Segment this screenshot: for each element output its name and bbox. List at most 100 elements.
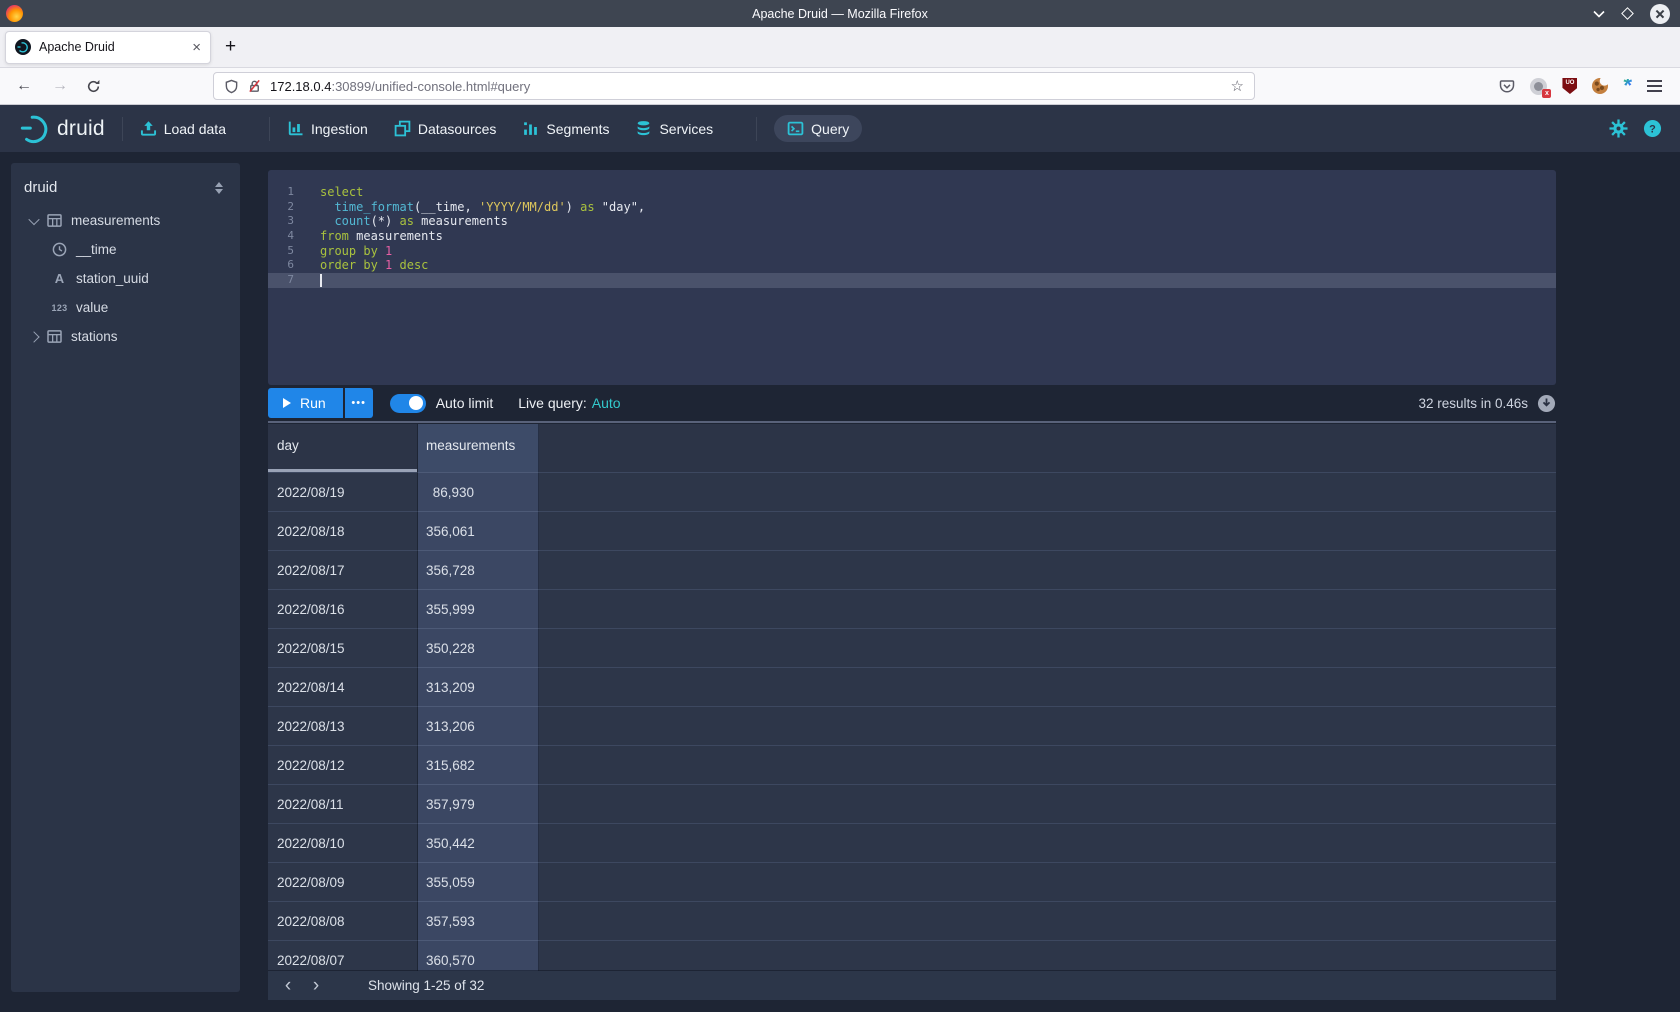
cell-day[interactable]: 2022/08/19 bbox=[268, 472, 418, 511]
cell-measurements[interactable]: 356,728 bbox=[418, 550, 539, 589]
tab-bar: Apache Druid × + bbox=[0, 27, 1680, 68]
table-row: 2022/08/10350,442 bbox=[268, 823, 1556, 862]
download-icon[interactable] bbox=[1537, 394, 1556, 413]
next-page-icon[interactable]: › bbox=[302, 973, 330, 999]
new-tab-icon[interactable]: + bbox=[225, 36, 236, 58]
gear-icon[interactable] bbox=[1609, 119, 1628, 138]
ingestion-icon bbox=[287, 120, 304, 137]
run-button-label: Run bbox=[300, 395, 326, 411]
back-icon[interactable]: ← bbox=[14, 77, 34, 95]
cell-measurements[interactable]: 355,059 bbox=[418, 862, 539, 901]
cell-filler bbox=[539, 628, 1556, 667]
results-summary: 32 results in 0.46s bbox=[1418, 396, 1528, 411]
query-icon bbox=[787, 120, 804, 137]
browser-tab[interactable]: Apache Druid × bbox=[5, 31, 211, 64]
nav-item-label: Services bbox=[659, 121, 713, 137]
pagination-bar: ‹ › Showing 1-25 of 32 bbox=[268, 971, 1556, 1000]
cell-day[interactable]: 2022/08/12 bbox=[268, 745, 418, 784]
druid-nav: Load data Ingestion Datasources Segments Ser… bbox=[140, 115, 863, 142]
cell-measurements[interactable]: 355,999 bbox=[418, 589, 539, 628]
close-icon[interactable] bbox=[1650, 4, 1670, 24]
schema-sidebar: druid measurements__timeAstation_uuid123… bbox=[11, 163, 240, 992]
tree-item-measurements[interactable]: measurements bbox=[11, 206, 240, 235]
nav-item-services[interactable]: Services bbox=[635, 120, 713, 137]
cell-measurements[interactable]: 360,570 bbox=[418, 940, 539, 971]
nav-item-load-data[interactable]: Load data bbox=[140, 120, 226, 137]
prev-page-icon[interactable]: ‹ bbox=[274, 973, 302, 999]
sort-icon[interactable] bbox=[215, 182, 226, 194]
menu-icon[interactable] bbox=[1647, 80, 1662, 91]
bookmark-star-icon[interactable]: ☆ bbox=[1231, 77, 1244, 95]
live-query-status[interactable]: Live query:Auto bbox=[518, 395, 620, 411]
cell-measurements[interactable]: 350,442 bbox=[418, 823, 539, 862]
cell-day[interactable]: 2022/08/09 bbox=[268, 862, 418, 901]
cell-day[interactable]: 2022/08/14 bbox=[268, 667, 418, 706]
line-number: 5 bbox=[268, 244, 306, 259]
maximize-icon[interactable] bbox=[1621, 7, 1634, 20]
extension-icon[interactable]: x bbox=[1530, 78, 1547, 95]
help-icon[interactable]: ? bbox=[1643, 119, 1662, 138]
schema-name: druid bbox=[24, 179, 215, 196]
cell-day[interactable]: 2022/08/10 bbox=[268, 823, 418, 862]
cookie-icon[interactable] bbox=[1592, 78, 1608, 94]
cell-day[interactable]: 2022/08/16 bbox=[268, 589, 418, 628]
results-table: day measurements 2022/08/1986,9302022/08… bbox=[268, 424, 1556, 1000]
sql-editor[interactable]: 1234567 select time_format(__time, 'YYYY… bbox=[268, 170, 1556, 385]
table-row: 2022/08/09355,059 bbox=[268, 862, 1556, 901]
code-line: select bbox=[306, 185, 1556, 200]
ublock-icon[interactable]: UO bbox=[1562, 78, 1577, 94]
cell-day[interactable]: 2022/08/15 bbox=[268, 628, 418, 667]
cell-measurements[interactable]: 315,682 bbox=[418, 745, 539, 784]
nav-item-label: Load data bbox=[164, 121, 226, 137]
code-line: count(*) as measurements bbox=[306, 214, 1556, 229]
datasources-icon bbox=[394, 120, 411, 137]
table-row: 2022/08/12315,682 bbox=[268, 745, 1556, 784]
tree-item-value[interactable]: 123value bbox=[11, 293, 240, 322]
tab-close-icon[interactable]: × bbox=[192, 40, 201, 55]
cell-measurements[interactable]: 357,593 bbox=[418, 901, 539, 940]
cell-day[interactable]: 2022/08/18 bbox=[268, 511, 418, 550]
nav-item-query[interactable]: Query bbox=[774, 115, 862, 142]
nav-item-datasources[interactable]: Datasources bbox=[394, 120, 497, 137]
url-bar[interactable]: 172.18.0.4:30899/unified-console.html#qu… bbox=[213, 72, 1255, 100]
cell-measurements[interactable]: 350,228 bbox=[418, 628, 539, 667]
pocket-icon[interactable] bbox=[1499, 78, 1515, 94]
cell-day[interactable]: 2022/08/07 bbox=[268, 940, 418, 971]
reload-icon[interactable] bbox=[86, 79, 101, 94]
insecure-lock-icon[interactable] bbox=[247, 79, 262, 94]
tree-item-__time[interactable]: __time bbox=[11, 235, 240, 264]
cell-filler bbox=[539, 706, 1556, 745]
nav-item-segments[interactable]: Segments bbox=[522, 120, 609, 137]
nav-item-ingestion[interactable]: Ingestion bbox=[287, 120, 368, 137]
cell-measurements[interactable]: 357,979 bbox=[418, 784, 539, 823]
cell-measurements[interactable]: 356,061 bbox=[418, 511, 539, 550]
table-row: 2022/08/08357,593 bbox=[268, 901, 1556, 940]
cell-measurements[interactable]: 86,930 bbox=[418, 472, 539, 511]
cell-day[interactable]: 2022/08/08 bbox=[268, 901, 418, 940]
tracking-shield-icon[interactable] bbox=[224, 79, 239, 94]
cell-day[interactable]: 2022/08/11 bbox=[268, 784, 418, 823]
tree-item-station_uuid[interactable]: Astation_uuid bbox=[11, 264, 240, 293]
tree-item-stations[interactable]: stations bbox=[11, 322, 240, 351]
column-header-measurements[interactable]: measurements bbox=[418, 424, 539, 472]
url-text: 172.18.0.4:30899/unified-console.html#qu… bbox=[270, 79, 1223, 94]
extensions-asterisk-icon[interactable]: * bbox=[1623, 79, 1632, 93]
table-icon bbox=[46, 330, 63, 343]
nav-item-label: Ingestion bbox=[311, 121, 368, 137]
forward-icon[interactable]: → bbox=[50, 77, 70, 95]
more-options-button[interactable]: ••• bbox=[345, 388, 373, 418]
column-header-day[interactable]: day bbox=[268, 424, 418, 472]
cell-measurements[interactable]: 313,206 bbox=[418, 706, 539, 745]
minimize-icon[interactable] bbox=[1593, 10, 1605, 18]
editor-gutter: 1234567 bbox=[268, 185, 306, 288]
tab-favicon-druid-icon bbox=[15, 39, 31, 55]
auto-limit-toggle[interactable] bbox=[390, 394, 426, 413]
cell-measurements[interactable]: 313,209 bbox=[418, 667, 539, 706]
cell-day[interactable]: 2022/08/17 bbox=[268, 550, 418, 589]
chevron-right-icon bbox=[28, 331, 39, 342]
cell-filler bbox=[539, 784, 1556, 823]
druid-brand[interactable]: druid bbox=[20, 114, 105, 144]
cell-day[interactable]: 2022/08/13 bbox=[268, 706, 418, 745]
run-button[interactable]: Run bbox=[268, 388, 343, 418]
tab-title: Apache Druid bbox=[39, 40, 184, 54]
